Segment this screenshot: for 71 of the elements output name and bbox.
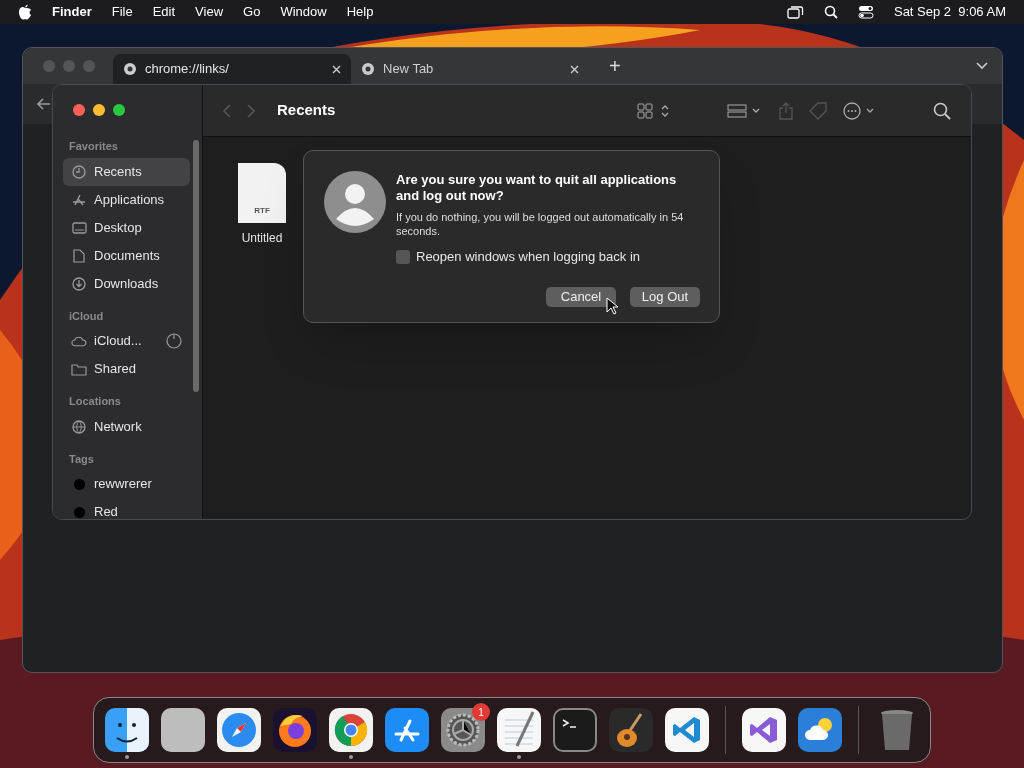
app-store-icon — [72, 192, 86, 207]
chevron-down-icon[interactable] — [976, 62, 988, 70]
sidebar-heading: iCloud — [69, 308, 105, 324]
close-icon[interactable] — [332, 64, 341, 74]
app-store-icon[interactable] — [385, 708, 429, 752]
user-avatar-icon — [324, 171, 386, 233]
browser-tab[interactable]: chrome://links/ — [113, 54, 351, 84]
apple-icon[interactable] — [18, 4, 32, 20]
window-title: Recents — [277, 100, 336, 121]
notification-badge: 1 — [472, 703, 490, 721]
firefox-icon[interactable] — [273, 708, 317, 752]
download-icon — [72, 276, 86, 291]
menu-item[interactable]: File — [111, 2, 133, 22]
sidebar-item[interactable]: Recents — [63, 157, 190, 186]
checkbox-label: Reopen windows when logging back in — [416, 248, 641, 266]
menu-clock[interactable]: Sat Sep 2 9:06 AM — [893, 2, 1006, 22]
dialog-button[interactable]: Cancel — [546, 286, 616, 307]
compass-icon[interactable] — [217, 708, 261, 752]
code-editor-icon[interactable] — [665, 708, 709, 752]
grid-view-icon[interactable] — [637, 102, 671, 119]
desktop-icon — [71, 221, 87, 234]
windows-icon[interactable] — [786, 5, 804, 19]
zoom-button[interactable] — [113, 104, 125, 116]
gear-icon[interactable] — [441, 708, 485, 752]
sidebar-item[interactable]: Red — [63, 498, 190, 519]
cursor-icon — [606, 297, 618, 315]
minimize-button[interactable] — [93, 104, 105, 116]
sidebar-item[interactable]: Shared — [63, 355, 190, 383]
tab-title: chrome://links/ — [145, 60, 230, 79]
progress-ring-icon — [166, 333, 182, 349]
folder-icon — [71, 362, 87, 376]
menu-item[interactable]: Window — [280, 2, 327, 22]
menu-item[interactable]: Go — [243, 2, 261, 22]
menu-item[interactable]: View — [195, 2, 224, 22]
clock-icon — [72, 164, 86, 179]
file-name[interactable]: Untitled — [241, 229, 283, 247]
sidebar-item[interactable]: Network — [63, 412, 190, 441]
visual-studio-icon[interactable] — [742, 708, 786, 752]
sidebar-item[interactable]: Desktop — [63, 213, 190, 242]
dialog-title: Are you sure you want to quit all applications and log out now? — [396, 172, 678, 204]
sidebar-item[interactable]: Downloads — [63, 269, 190, 298]
dialog-button[interactable]: Log Out — [630, 286, 700, 307]
cloud-icon — [71, 335, 87, 347]
tab-title: New Tab — [383, 60, 435, 79]
terminal-icon[interactable] — [553, 708, 597, 752]
dialog-message: If you do nothing, you will be logged out automatically in 54 seconds. — [396, 210, 685, 238]
menu-item[interactable]: Help — [346, 2, 374, 22]
search-icon[interactable] — [933, 101, 951, 120]
new-tab-button[interactable]: + — [609, 56, 621, 76]
back-arrow-icon[interactable] — [37, 98, 51, 110]
sidebar-heading: Tags — [69, 451, 95, 467]
document-icon — [73, 248, 85, 263]
close-icon[interactable] — [570, 64, 579, 74]
checkbox[interactable] — [396, 249, 410, 264]
toggles-icon[interactable] — [857, 5, 874, 19]
sidebar-heading: Favorites — [69, 139, 119, 154]
sidebar-item[interactable]: Applications — [63, 185, 190, 214]
notepad-icon[interactable] — [497, 708, 541, 752]
menu-app-name[interactable]: Finder — [52, 2, 92, 22]
weather-icon[interactable] — [798, 708, 842, 752]
file-icon[interactable]: RTF — [238, 163, 286, 223]
sidebar-item[interactable]: iCloud... — [63, 327, 190, 355]
browser-tab[interactable]: New Tab — [351, 54, 589, 84]
menu-item[interactable]: Edit — [152, 2, 176, 22]
close-button[interactable] — [73, 104, 85, 116]
finder-icon[interactable] — [105, 708, 149, 752]
sidebar-item[interactable]: Documents — [63, 241, 190, 270]
sidebar-heading: Locations — [69, 394, 122, 409]
search-icon[interactable] — [823, 5, 838, 19]
guitar-icon[interactable] — [609, 708, 653, 752]
sidebar-item[interactable]: rewwrerer — [63, 470, 190, 498]
